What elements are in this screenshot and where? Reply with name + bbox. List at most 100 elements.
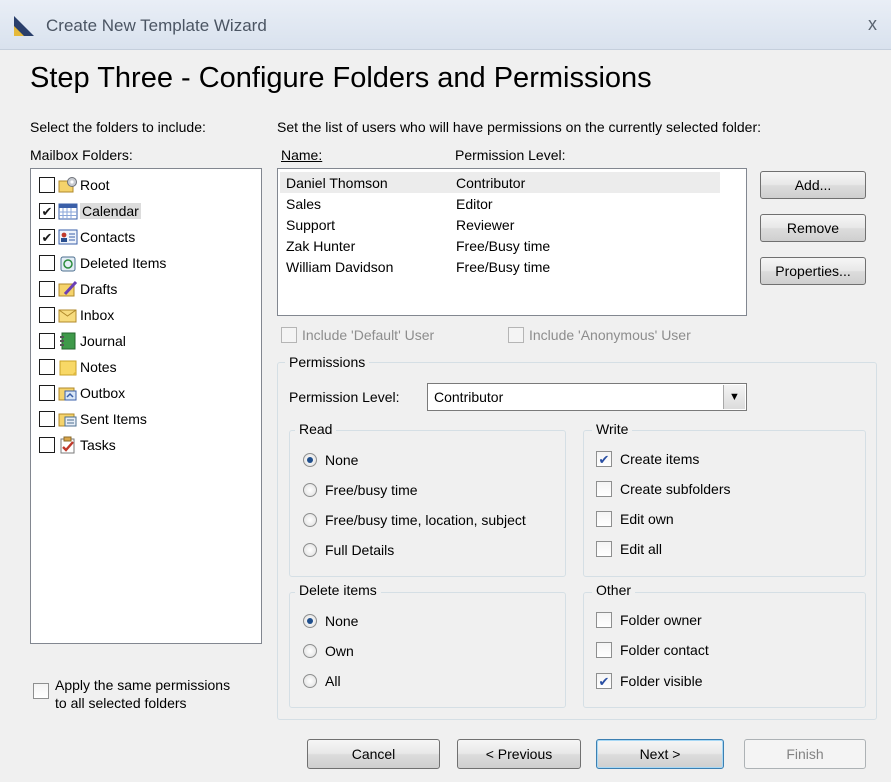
include-default-user-checkbox[interactable]: [281, 327, 297, 343]
include-anonymous-user-checkbox[interactable]: [508, 327, 524, 343]
drafts-icon: [58, 280, 78, 297]
user-name: Support: [286, 217, 336, 233]
folder-visible-checkbox[interactable]: ✔: [596, 673, 612, 689]
folder-item-inbox[interactable]: Inbox: [39, 304, 114, 326]
user-row[interactable]: Zak Hunter Free/Busy time: [280, 235, 720, 256]
read-option-label: Free/busy time, location, subject: [325, 512, 526, 528]
permission-level-column-header: Permission Level:: [455, 147, 566, 163]
folder-checkbox-journal[interactable]: [39, 333, 55, 349]
close-icon[interactable]: x: [868, 14, 877, 35]
other-option-folder-visible[interactable]: ✔ Folder visible: [596, 673, 702, 689]
user-row[interactable]: Daniel Thomson Contributor: [280, 172, 720, 193]
finish-button[interactable]: Finish: [744, 739, 866, 769]
write-option-edit-all[interactable]: Edit all: [596, 541, 662, 557]
add-user-button[interactable]: Add...: [760, 171, 866, 199]
remove-user-button[interactable]: Remove: [760, 214, 866, 242]
previous-button[interactable]: < Previous: [457, 739, 581, 769]
folder-item-outbox[interactable]: Outbox: [39, 382, 125, 404]
permission-level-value: Contributor: [434, 389, 504, 405]
permission-level-label: Permission Level:: [289, 389, 400, 405]
write-option-create-items[interactable]: ✔ Create items: [596, 451, 699, 467]
read-free-busy-radio[interactable]: [303, 483, 317, 497]
inbox-icon: [58, 309, 77, 323]
folder-item-deleted-items[interactable]: Deleted Items: [39, 252, 166, 274]
read-option-label: None: [325, 452, 359, 468]
folder-label-deleted-items: Deleted Items: [80, 255, 167, 271]
mailbox-folders-list[interactable]: Root ✔ Calendar ✔ Contacts Deleted Items…: [30, 168, 262, 644]
folder-owner-checkbox[interactable]: [596, 612, 612, 628]
read-option-free-busy[interactable]: Free/busy time: [303, 482, 418, 498]
read-option-full-details[interactable]: Full Details: [303, 542, 394, 558]
edit-own-checkbox[interactable]: [596, 511, 612, 527]
user-permission-level: Free/Busy time: [456, 238, 551, 254]
chevron-down-icon[interactable]: ▼: [723, 385, 745, 409]
name-column-header: Name:: [281, 147, 323, 163]
folder-label-journal: Journal: [80, 333, 126, 349]
delete-option-label: Own: [325, 643, 354, 659]
next-button[interactable]: Next >: [596, 739, 724, 769]
folder-item-tasks[interactable]: Tasks: [39, 434, 116, 456]
calendar-icon: [58, 203, 78, 220]
journal-icon: [60, 332, 76, 350]
create-subfolders-checkbox[interactable]: [596, 481, 612, 497]
apply-same-permissions-checkbox[interactable]: [33, 683, 49, 699]
user-name: William Davidson: [286, 259, 394, 275]
create-items-checkbox[interactable]: ✔: [596, 451, 612, 467]
folder-item-root[interactable]: Root: [39, 174, 110, 196]
other-option-folder-owner[interactable]: Folder owner: [596, 612, 702, 628]
read-option-none[interactable]: None: [303, 452, 358, 468]
read-none-radio[interactable]: [303, 453, 317, 467]
users-list[interactable]: Daniel Thomson Contributor Sales Editor …: [277, 168, 747, 316]
read-group-title: Read: [295, 421, 337, 437]
read-free-busy-location-radio[interactable]: [303, 513, 317, 527]
edit-all-checkbox[interactable]: [596, 541, 612, 557]
folder-checkbox-root[interactable]: [39, 177, 55, 193]
write-group-title: Write: [592, 421, 633, 437]
user-name: Sales: [286, 196, 322, 212]
delete-none-radio[interactable]: [303, 614, 317, 628]
folder-checkbox-inbox[interactable]: [39, 307, 55, 323]
folder-contact-checkbox[interactable]: [596, 642, 612, 658]
delete-own-radio[interactable]: [303, 644, 317, 658]
folder-checkbox-notes[interactable]: [39, 359, 55, 375]
users-instruction: Set the list of users who will have perm…: [277, 119, 762, 135]
read-option-label: Free/busy time: [325, 482, 418, 498]
other-option-label: Folder contact: [620, 642, 709, 658]
folder-item-contacts[interactable]: ✔ Contacts: [39, 226, 135, 248]
folder-item-drafts[interactable]: Drafts: [39, 278, 117, 300]
write-option-create-subfolders[interactable]: Create subfolders: [596, 481, 731, 497]
delete-all-radio[interactable]: [303, 674, 317, 688]
folder-item-journal[interactable]: Journal: [39, 330, 126, 352]
include-anonymous-user-label: Include 'Anonymous' User: [529, 327, 691, 343]
read-option-free-busy-location[interactable]: Free/busy time, location, subject: [303, 512, 526, 528]
folder-checkbox-drafts[interactable]: [39, 281, 55, 297]
folder-checkbox-tasks[interactable]: [39, 437, 55, 453]
folder-checkbox-deleted-items[interactable]: [39, 255, 55, 271]
folder-checkbox-outbox[interactable]: [39, 385, 55, 401]
read-full-details-radio[interactable]: [303, 543, 317, 557]
permission-level-dropdown[interactable]: Contributor ▼: [427, 383, 747, 411]
delete-option-all[interactable]: All: [303, 673, 341, 689]
wizard-icon: [14, 16, 34, 36]
delete-option-none[interactable]: None: [303, 613, 358, 629]
folder-checkbox-calendar[interactable]: ✔: [39, 203, 55, 219]
properties-button[interactable]: Properties...: [760, 257, 866, 285]
folders-instruction: Select the folders to include:: [30, 119, 206, 135]
user-row[interactable]: Support Reviewer: [280, 214, 720, 235]
write-option-edit-own[interactable]: Edit own: [596, 511, 674, 527]
folder-label-drafts: Drafts: [80, 281, 118, 297]
other-option-folder-contact[interactable]: Folder contact: [596, 642, 709, 658]
folder-checkbox-contacts[interactable]: ✔: [39, 229, 55, 245]
other-option-label: Folder owner: [620, 612, 702, 628]
folder-label-inbox: Inbox: [80, 307, 115, 323]
folder-label-sent-items: Sent Items: [80, 411, 147, 427]
folder-item-calendar[interactable]: ✔ Calendar: [39, 200, 141, 222]
user-row[interactable]: William Davidson Free/Busy time: [280, 256, 720, 277]
delete-option-label: All: [325, 673, 341, 689]
folder-item-notes[interactable]: Notes: [39, 356, 117, 378]
cancel-button[interactable]: Cancel: [307, 739, 440, 769]
folder-item-sent-items[interactable]: Sent Items: [39, 408, 147, 430]
delete-option-own[interactable]: Own: [303, 643, 354, 659]
folder-checkbox-sent-items[interactable]: [39, 411, 55, 427]
user-row[interactable]: Sales Editor: [280, 193, 720, 214]
